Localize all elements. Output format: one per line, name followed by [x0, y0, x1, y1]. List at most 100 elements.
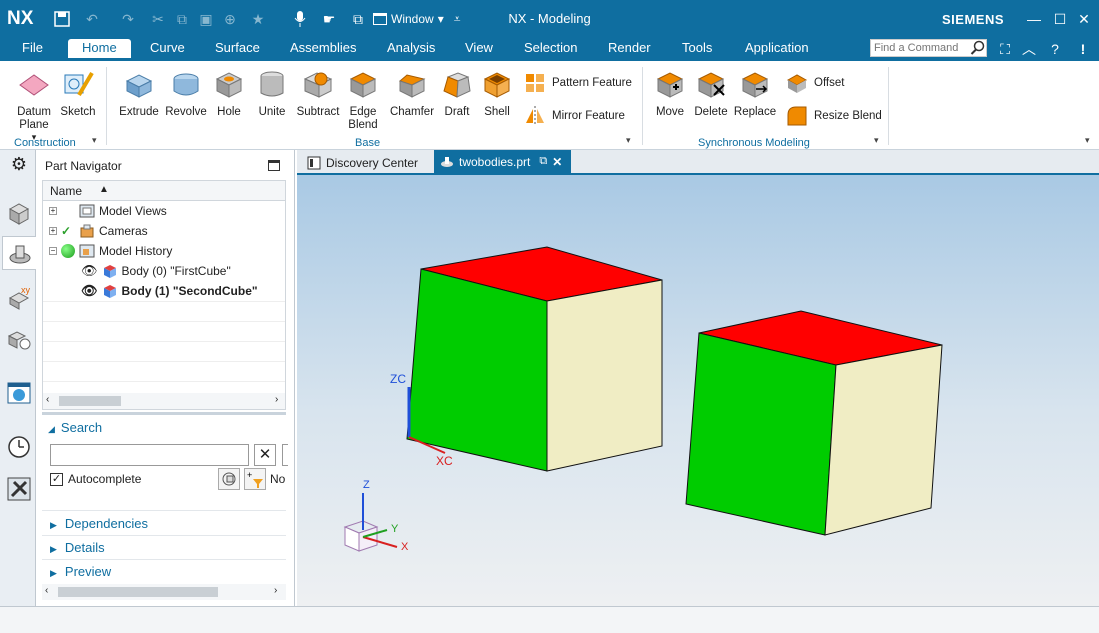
search-icon[interactable] [970, 40, 986, 56]
base-more-icon[interactable]: ▾ [626, 135, 631, 146]
menu-home[interactable]: Home [68, 39, 131, 58]
maximize-panel-icon[interactable] [268, 160, 280, 171]
column-header[interactable]: Name ▲ [43, 181, 285, 201]
replace-face-button[interactable]: Replace [732, 67, 778, 118]
search-extra-button[interactable] [282, 444, 288, 466]
save-icon[interactable] [52, 9, 72, 29]
constraint-navigator-icon[interactable]: xy [6, 284, 32, 310]
repeat-command-icon[interactable]: ⊕ [220, 9, 240, 29]
hole-button[interactable]: Hole [210, 67, 248, 118]
tree-node-model-history[interactable]: − Model History [49, 241, 172, 261]
delete-face-button[interactable]: Delete [692, 67, 730, 118]
close-tab-icon[interactable]: ✕ [552, 155, 562, 169]
menu-surface[interactable]: Surface [215, 40, 260, 55]
offset-region-button[interactable]: Offset [786, 72, 844, 94]
scroll-left-icon[interactable]: ‹ [46, 394, 49, 405]
favorite-star-icon[interactable]: ★ [248, 9, 268, 29]
unite-button[interactable]: Unite [252, 67, 292, 118]
search-section-header[interactable]: ◢ Search [48, 420, 102, 435]
mirror-feature-button[interactable]: Mirror Feature [524, 105, 625, 127]
microphone-icon[interactable] [290, 9, 310, 29]
web-browser-icon[interactable] [6, 380, 32, 406]
dependencies-section-header[interactable]: ▶ Dependencies [50, 516, 148, 531]
navigator-search-input[interactable] [50, 444, 249, 466]
history-clock-icon[interactable] [6, 434, 32, 460]
minimize-button[interactable]: — [1024, 9, 1044, 29]
collapse-ribbon-icon[interactable]: ︿ [1020, 39, 1038, 59]
subtract-button[interactable]: Subtract [294, 67, 342, 118]
first-cube[interactable] [406, 246, 663, 472]
tree-node-body-first-cube[interactable]: 👁 Body (0) "FirstCube" [81, 261, 231, 281]
roles-tools-icon[interactable] [6, 476, 32, 502]
menu-assemblies[interactable]: Assemblies [290, 40, 356, 55]
undock-tab-icon[interactable]: ⧉ [539, 155, 547, 168]
draft-button[interactable]: Draft [438, 67, 476, 118]
autocomplete-checkbox-row[interactable]: ✓ Autocomplete [50, 472, 141, 486]
tree-node-body-second-cube[interactable]: 👁 Body (1) "SecondCube" [81, 281, 258, 301]
paste-icon[interactable]: ▣ [196, 9, 216, 29]
visibility-eye-icon[interactable]: 👁 [81, 283, 98, 299]
scroll-right-icon[interactable]: › [274, 585, 277, 596]
menu-curve[interactable]: Curve [150, 40, 185, 55]
resize-blend-button[interactable]: Resize Blend [786, 105, 882, 127]
undo-icon[interactable]: ↶ [82, 9, 102, 29]
tab-twobodies-prt[interactable]: twobodies.prt ⧉ ✕ [434, 150, 571, 173]
view-triad[interactable]: Z Y X [343, 479, 409, 553]
scroll-left-icon[interactable]: ‹ [45, 585, 48, 596]
window-menu[interactable]: Window ▾ ⩡ [373, 9, 463, 29]
move-face-button[interactable]: Move [650, 67, 690, 118]
tab-discovery-center[interactable]: Discovery Center [301, 152, 424, 173]
pattern-feature-button[interactable]: Pattern Feature [524, 72, 632, 94]
tree-horizontal-scrollbar[interactable]: ‹ › [43, 393, 285, 409]
part-navigator-tab[interactable] [2, 236, 36, 270]
panel-horizontal-scrollbar[interactable]: ‹ › [42, 584, 286, 600]
redo-icon[interactable]: ↷ [118, 9, 138, 29]
cut-icon[interactable]: ✂ [148, 9, 168, 29]
help-icon[interactable]: ? [1046, 39, 1064, 59]
scene-canvas[interactable]: ZC XC Z Y X [297, 175, 1099, 606]
fullscreen-icon[interactable]: ⛶ [996, 39, 1014, 59]
expand-icon[interactable]: + [49, 207, 57, 215]
notification-icon[interactable]: ! [1074, 39, 1092, 59]
menu-view[interactable]: View [465, 40, 493, 55]
construction-more-icon[interactable]: ▾ [92, 135, 97, 146]
settings-gear-icon[interactable]: ⚙ [6, 154, 32, 180]
tree-node-cameras[interactable]: + ✓ Cameras [49, 221, 148, 241]
edge-blend-button[interactable]: Edge Blend [344, 67, 382, 132]
ribbon-options-icon[interactable]: ▾ [1085, 135, 1090, 146]
details-section-header[interactable]: ▶ Details [50, 540, 105, 555]
autocomplete-checkbox[interactable]: ✓ [50, 472, 63, 486]
touch-mode-icon[interactable]: ☛ [318, 9, 340, 29]
copy-icon[interactable]: ⧉ [172, 9, 192, 29]
menu-tools[interactable]: Tools [682, 40, 712, 55]
clear-search-button[interactable]: ✕ [254, 444, 276, 466]
scroll-thumb[interactable] [59, 396, 121, 406]
synchronous-more-icon[interactable]: ▾ [874, 135, 879, 146]
graphics-viewport[interactable]: ZC XC Z Y X [297, 175, 1099, 606]
menu-selection[interactable]: Selection [524, 40, 577, 55]
extrude-button[interactable]: Extrude [116, 67, 162, 118]
menu-analysis[interactable]: Analysis [387, 40, 435, 55]
tree-node-model-views[interactable]: + Model Views [49, 201, 167, 221]
menu-application[interactable]: Application [745, 40, 809, 55]
menu-render[interactable]: Render [608, 40, 651, 55]
filter-button[interactable]: + [244, 468, 266, 490]
close-window-button[interactable]: ✕ [1074, 9, 1094, 29]
scroll-thumb[interactable] [58, 587, 218, 597]
scroll-right-icon[interactable]: › [275, 394, 278, 405]
maximize-button[interactable]: ☐ [1050, 9, 1070, 29]
panel-splitter[interactable] [42, 412, 286, 415]
switch-window-icon[interactable]: ⧉ [348, 9, 368, 29]
preview-section-header[interactable]: ▶ Preview [50, 564, 111, 579]
assembly-navigator-icon[interactable] [6, 200, 32, 226]
menu-file[interactable]: File [22, 40, 43, 55]
sketch-button[interactable]: Sketch [58, 67, 98, 118]
reuse-library-icon[interactable] [6, 326, 32, 352]
search-options-button[interactable] [218, 468, 240, 490]
revolve-button[interactable]: Revolve [164, 67, 208, 118]
datum-plane-button[interactable]: Datum Plane ▾ [12, 67, 56, 143]
shell-button[interactable]: Shell [478, 67, 516, 118]
expand-icon[interactable]: + [49, 227, 57, 235]
collapse-icon[interactable]: − [49, 247, 57, 255]
visibility-eye-icon[interactable]: 👁 [81, 263, 98, 279]
